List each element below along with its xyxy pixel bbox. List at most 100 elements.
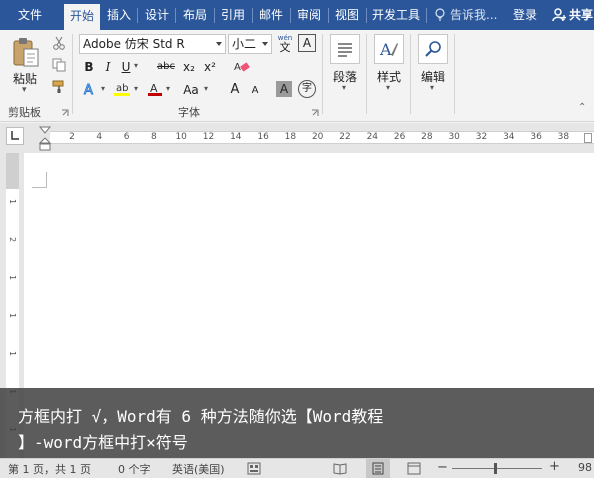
tab-layout[interactable]: 布局	[179, 0, 211, 30]
print-layout-icon[interactable]	[371, 462, 385, 475]
page-count[interactable]: 第 1 页，共 1 页	[8, 461, 91, 477]
cut-button[interactable]	[50, 34, 68, 52]
font-name-dropdown[interactable]: Adobe 仿宋 Std R	[79, 34, 226, 54]
ruler-number: 24	[366, 132, 379, 142]
tab-design[interactable]: 设计	[141, 0, 173, 30]
vruler-number: 2	[8, 236, 17, 243]
clipboard-icon	[13, 38, 39, 67]
group-divider	[72, 34, 73, 114]
web-layout-icon[interactable]	[407, 462, 421, 475]
change-case-button[interactable]: Aa	[180, 81, 202, 99]
tab-home[interactable]: 开始	[64, 4, 100, 30]
macro-record-icon[interactable]	[247, 462, 261, 475]
change-case-dropdown-arrow[interactable]: ▾	[204, 84, 208, 93]
vruler-number: 1	[8, 312, 17, 319]
tab-divider	[214, 8, 215, 23]
login-button[interactable]: 登录	[513, 0, 537, 30]
svg-text:A: A	[379, 40, 392, 59]
left-tab-icon	[11, 131, 19, 140]
language[interactable]: 英语(美国)	[172, 461, 225, 477]
enclose-characters-button[interactable]: 字	[298, 80, 316, 98]
grow-font-button[interactable]: A	[226, 81, 244, 99]
tab-references[interactable]: 引用	[217, 0, 249, 30]
bold-button[interactable]: B	[80, 58, 98, 76]
font-size-dropdown[interactable]: 小二	[228, 34, 272, 54]
ruler-number: 26	[393, 132, 406, 142]
text-effects-button[interactable]: A	[80, 80, 100, 98]
ruler-number: 38	[557, 132, 570, 142]
tab-mailings[interactable]: 邮件	[255, 0, 287, 30]
highlighter-icon: ab	[114, 83, 130, 96]
paragraph-dropdown-arrow[interactable]: ▾	[342, 83, 346, 92]
collapse-ribbon-icon[interactable]: ⌃	[578, 102, 586, 113]
tab-divider	[290, 8, 291, 23]
editing-dropdown-arrow[interactable]: ▾	[430, 83, 434, 92]
chevron-down-icon	[216, 42, 222, 46]
share-label: 共享	[569, 8, 594, 22]
zoom-slider-thumb[interactable]	[494, 463, 497, 474]
indent-marker-icon[interactable]	[38, 125, 52, 153]
phonetic-guide-button[interactable]: wén 文	[275, 33, 295, 55]
tab-file[interactable]: 文件	[8, 0, 52, 30]
zoom-out-button[interactable]: −	[437, 460, 448, 475]
tab-review[interactable]: 审阅	[293, 0, 325, 30]
ruler-strip: 2 4 6 8 10 12 14 16 18 20 22 24 26 28 30 32 34 36 38	[50, 131, 594, 144]
editing-button[interactable]	[418, 34, 448, 64]
chevron-down-icon	[262, 42, 268, 46]
tell-me-box[interactable]: 告诉我...	[435, 0, 497, 30]
paragraph-button[interactable]	[330, 34, 360, 64]
zoom-slider-track[interactable]	[452, 468, 542, 469]
highlight-button[interactable]: ab	[112, 80, 132, 98]
zoom-level[interactable]: 98	[578, 461, 592, 474]
tab-view[interactable]: 视图	[331, 0, 363, 30]
title-tab-bar: 文件 开始 插入 设计 布局 引用 邮件 审阅 视图 开发工具 告诉我... 登…	[0, 0, 594, 30]
paintbrush-icon	[52, 80, 64, 93]
format-painter-button[interactable]	[50, 78, 68, 96]
character-border-button[interactable]: A	[298, 34, 316, 52]
superscript-button[interactable]: x²	[202, 58, 218, 76]
ruler-number: 22	[339, 132, 351, 142]
tab-developer[interactable]: 开发工具	[369, 0, 423, 30]
underline-button[interactable]: U	[117, 58, 135, 76]
tell-me-text: 告诉我...	[450, 8, 498, 22]
right-indent-marker[interactable]	[584, 133, 592, 143]
copy-button[interactable]	[50, 56, 68, 74]
word-count[interactable]: 0 个字	[118, 461, 151, 477]
strikethrough-button[interactable]: abc	[153, 58, 179, 76]
italic-button[interactable]: I	[99, 58, 117, 76]
ruler-number: 36	[530, 132, 542, 142]
ruler-number: 2	[69, 132, 75, 142]
paste-dropdown-arrow[interactable]: ▾	[22, 85, 27, 95]
font-launcher-icon[interactable]	[311, 109, 319, 117]
shrink-font-button[interactable]: A	[246, 82, 264, 100]
styles-button[interactable]: A	[374, 34, 404, 64]
share-button[interactable]: 共享	[552, 0, 593, 30]
group-divider	[410, 34, 411, 114]
ruler-number: 32	[475, 132, 488, 142]
font-color-dropdown-arrow[interactable]: ▾	[166, 84, 170, 93]
read-mode-icon[interactable]	[333, 462, 347, 475]
group-divider	[322, 34, 323, 114]
zoom-in-button[interactable]: +	[549, 459, 560, 474]
caption-overlay: 方框内打 √，Word有 6 种方法随你选【Word教程 】-word方框中打×…	[0, 388, 594, 458]
ruler-number: 12	[202, 132, 215, 142]
underline-dropdown-arrow[interactable]: ▾	[134, 61, 138, 70]
ruler-number: 16	[257, 132, 269, 142]
character-shading-button[interactable]: A	[276, 81, 292, 97]
horizontal-ruler: 2 4 6 8 10 12 14 16 18 20 22 24 26 28 30 32 34 36 38	[0, 123, 594, 153]
paste-button[interactable]	[10, 36, 42, 70]
ruler-number: 8	[151, 132, 157, 142]
align-lines-icon	[338, 43, 352, 57]
clear-formatting-button[interactable]: A	[232, 58, 252, 76]
svg-text:ab: ab	[116, 83, 128, 94]
font-color-button[interactable]: A	[145, 80, 165, 98]
wen-char: 文	[279, 41, 291, 54]
subscript-button[interactable]: x₂	[181, 58, 197, 76]
tab-selector[interactable]	[6, 127, 24, 145]
text-effects-dropdown-arrow[interactable]: ▾	[101, 84, 105, 93]
highlight-dropdown-arrow[interactable]: ▾	[134, 84, 138, 93]
scissors-icon	[53, 36, 65, 50]
tab-insert[interactable]: 插入	[104, 0, 134, 30]
clipboard-launcher-icon[interactable]	[61, 109, 69, 117]
styles-dropdown-arrow[interactable]: ▾	[386, 83, 390, 92]
